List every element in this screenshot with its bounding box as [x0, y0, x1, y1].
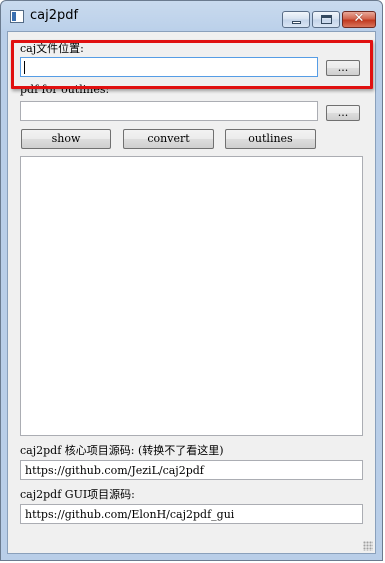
show-button[interactable]: show: [21, 129, 111, 149]
gui-source-label: caj2pdf GUI项目源码:: [20, 488, 135, 501]
close-button[interactable]: ✕: [342, 11, 376, 28]
maximize-button[interactable]: [312, 11, 340, 28]
caj-file-label: caj文件位置:: [20, 42, 84, 55]
core-url-field[interactable]: https://github.com/JeziL/caj2pdf: [20, 460, 363, 480]
text-caret: [24, 61, 25, 74]
minimize-button[interactable]: [282, 11, 310, 28]
resize-grip[interactable]: [363, 541, 373, 551]
gui-url-text: https://github.com/ElonH/caj2pdf_gui: [25, 508, 235, 521]
gui-url-field[interactable]: https://github.com/ElonH/caj2pdf_gui: [20, 504, 363, 524]
outlines-button-label: outlines: [248, 132, 293, 145]
caj-browse-button[interactable]: ...: [326, 60, 360, 76]
caj-browse-label: ...: [337, 61, 349, 74]
convert-button-label: convert: [147, 132, 190, 145]
outlines-button[interactable]: outlines: [225, 129, 316, 149]
core-url-text: https://github.com/JeziL/caj2pdf: [25, 464, 204, 477]
convert-button[interactable]: convert: [123, 129, 214, 149]
app-icon: [10, 10, 24, 23]
output-text-area[interactable]: [20, 156, 363, 436]
title-bar[interactable]: caj2pdf ✕: [1, 1, 382, 32]
close-icon: ✕: [353, 11, 365, 26]
client-area: caj文件位置: ... pdf for outlines: ... show …: [7, 31, 376, 554]
pdf-browse-button[interactable]: ...: [326, 105, 360, 121]
show-button-label: show: [51, 132, 81, 145]
caj-file-input[interactable]: [20, 57, 318, 77]
pdf-outlines-input[interactable]: [20, 101, 318, 121]
pdf-browse-label: ...: [337, 106, 349, 119]
core-source-label: caj2pdf 核心项目源码: (转换不了看这里): [20, 444, 224, 457]
window-title: caj2pdf: [30, 8, 79, 23]
pdf-outlines-label: pdf for outlines:: [20, 83, 110, 96]
